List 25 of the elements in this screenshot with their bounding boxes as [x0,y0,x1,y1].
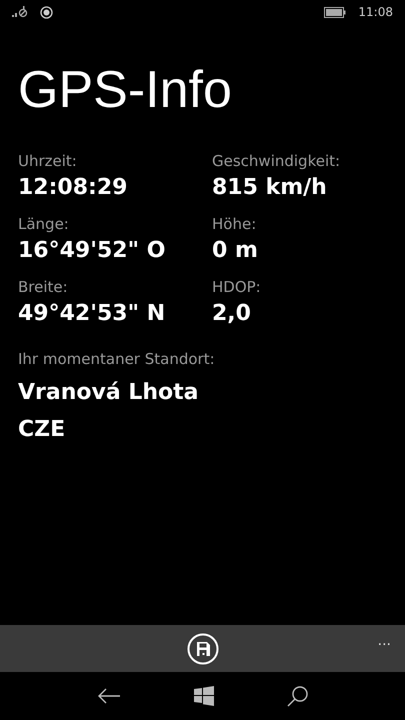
windows-icon[interactable] [194,686,214,706]
field-label: Uhrzeit: [18,151,78,172]
clock-time: 11:08 [358,5,393,19]
field-value: 12:08:29 [18,174,128,202]
field-value: 49°42'53" N [18,300,166,328]
field-label: Länge: [18,214,70,235]
field-value: 2,0 [212,300,252,328]
back-icon[interactable] [96,687,120,705]
field-value: 16°49'52" O [18,237,166,265]
search-icon[interactable] [286,685,308,707]
location-value: Vranová Lhota [18,379,200,407]
page-title: GPS-Info [18,60,233,120]
field-label: Breite: [18,277,69,298]
field-value: 815 km/h [212,174,328,202]
signal-icon [12,6,28,18]
more-button[interactable]: ··· [376,635,393,655]
location-value: CZE [18,416,66,444]
field-label: HDOP: [212,277,262,298]
field-label: Geschwindigkeit: [212,151,342,172]
field-value: 0 m [212,237,259,265]
battery-icon [324,6,346,18]
save-button[interactable] [186,632,220,666]
location-label: Ihr momentaner Standort: [18,349,216,370]
location-icon [40,6,53,18]
field-label: Höhe: [212,214,258,235]
